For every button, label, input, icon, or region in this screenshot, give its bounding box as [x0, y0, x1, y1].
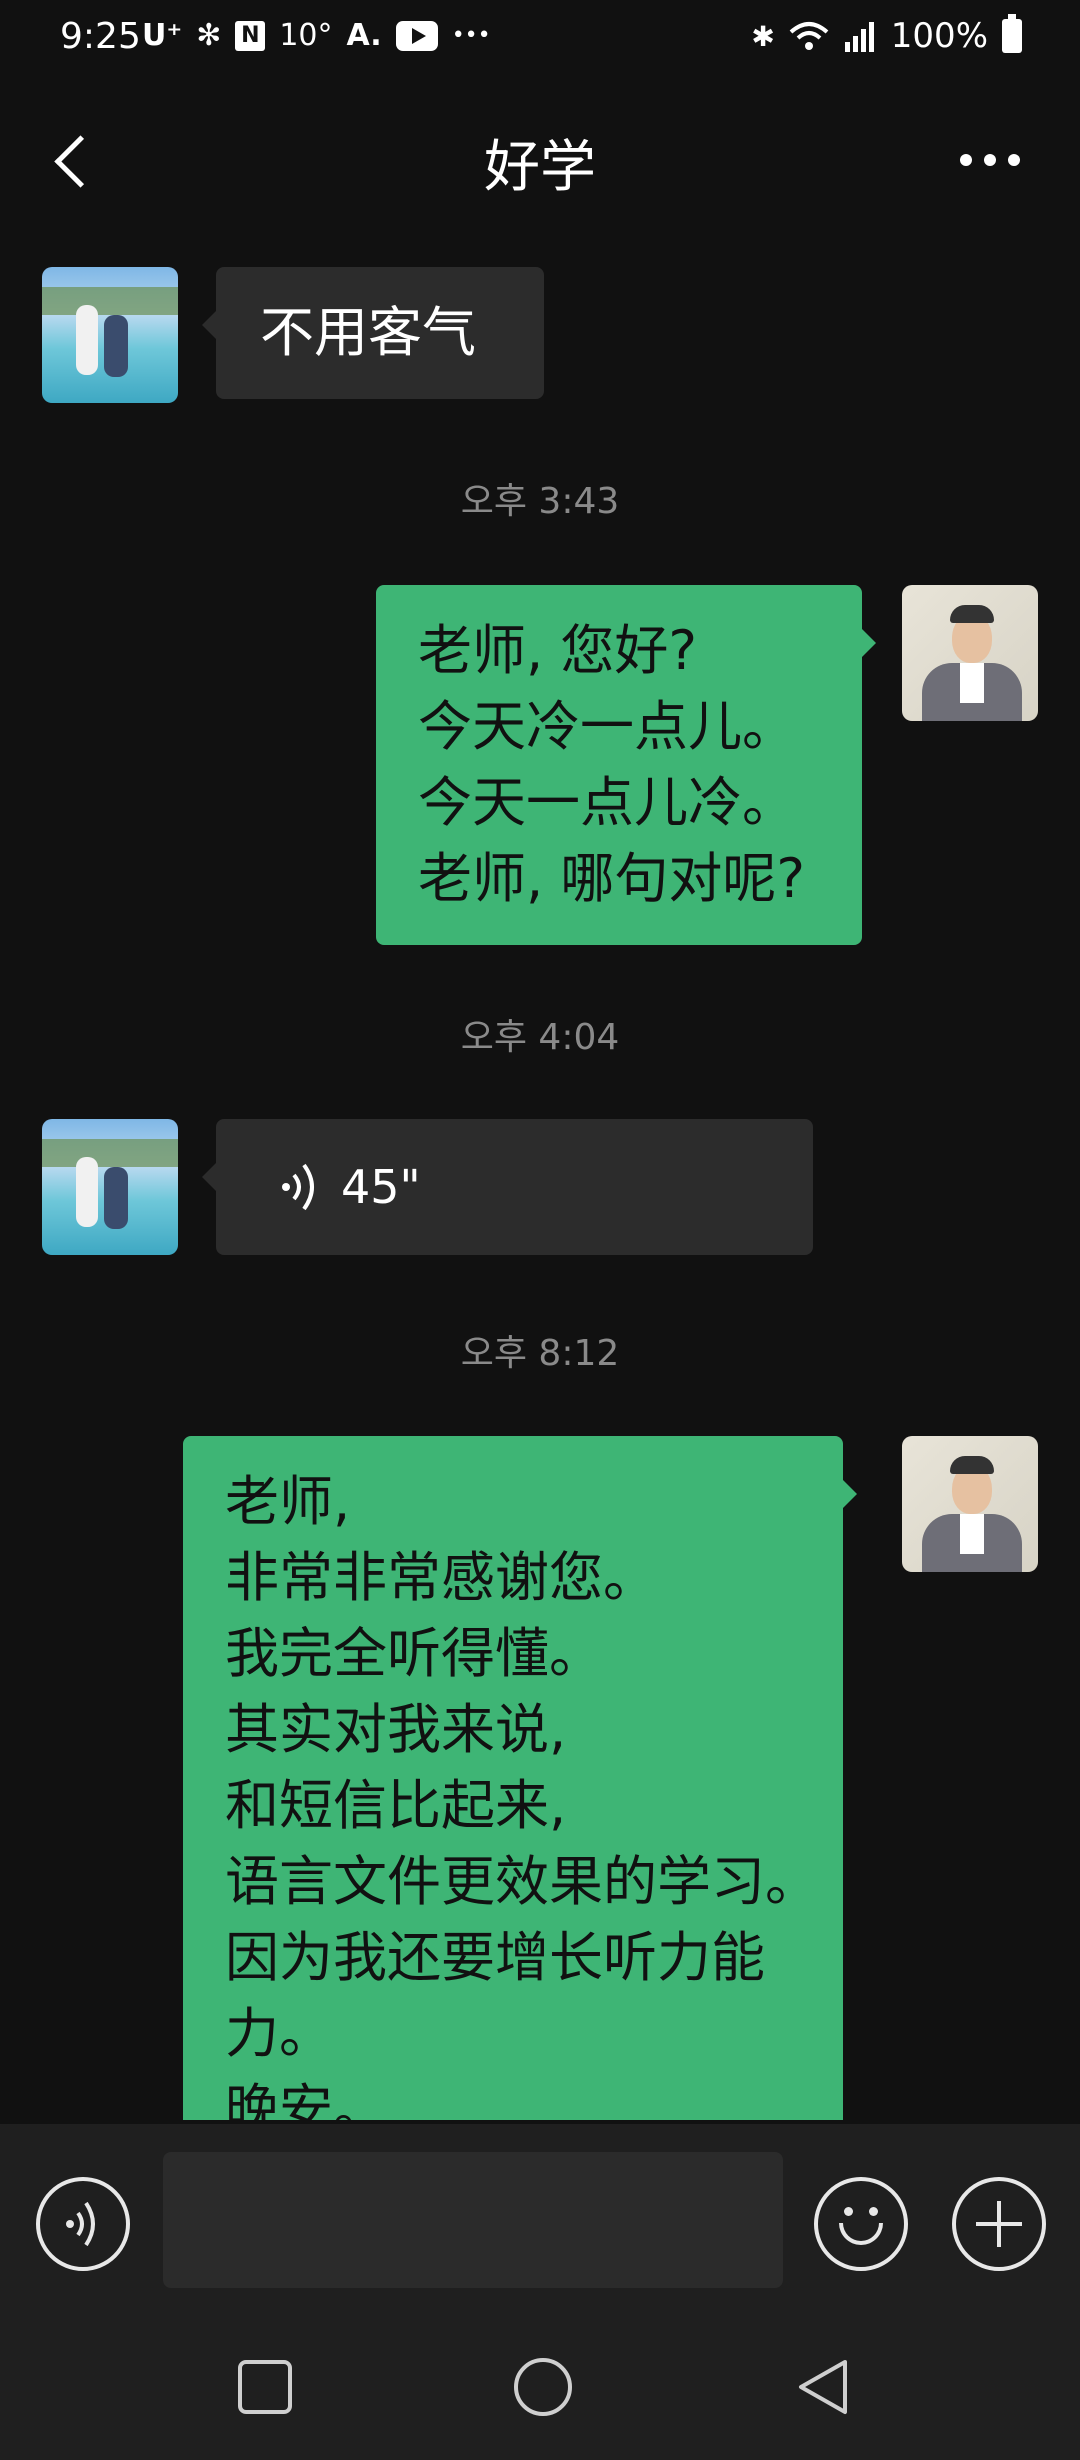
plus-icon[interactable] [952, 2177, 1046, 2271]
message-bubble-outgoing[interactable]: 老师, 非常非常感谢您。 我完全听得懂。 其实对我来说, 和短信比起来, 语言文… [183, 1436, 857, 2120]
carrier-label: U⁺ [142, 18, 183, 53]
youtube-icon [395, 20, 438, 51]
voice-message-bubble[interactable]: 45" [202, 1119, 813, 1255]
chat-header: 好学 [0, 100, 1080, 220]
temperature-label: 10° [279, 18, 333, 53]
message-timestamp: 오후 8:12 [460, 1333, 620, 1374]
emoji-icon[interactable] [814, 2177, 908, 2271]
bluetooth-icon: ✱ [751, 19, 775, 53]
voice-duration: 45" [341, 1160, 421, 1214]
message-bubble-incoming[interactable]: 不用客气 [202, 267, 544, 399]
contact-avatar[interactable] [42, 1119, 178, 1255]
chat-messages[interactable]: 不用客气 오후 3:43 老师, 您好? 今天冷一点儿。 今天一点儿冷。 老师,… [0, 240, 1080, 2120]
app-icon: A. [346, 18, 382, 53]
pill-icon: ✻ [196, 18, 222, 53]
contact-avatar[interactable] [42, 267, 178, 403]
status-bar: 9:25 U⁺ ✻ N 10° A. ••• ✱ 100% [0, 0, 1080, 80]
status-time: 9:25 [60, 16, 141, 57]
message-timestamp: 오후 3:43 [460, 481, 620, 522]
status-system-icons: ✱ 100% [751, 14, 1022, 56]
nav-recent-icon[interactable] [238, 2360, 292, 2414]
signal-icon [844, 22, 874, 52]
my-avatar[interactable] [902, 1436, 1038, 1572]
voice-wave-icon [66, 2201, 95, 2247]
voice-wave-icon [282, 1163, 314, 1211]
more-dots-icon[interactable] [940, 130, 1040, 190]
input-bar [0, 2124, 1080, 2314]
my-avatar[interactable] [902, 585, 1038, 721]
message-timestamp: 오후 4:04 [460, 1017, 620, 1058]
message-text: 老师, 您好? 今天冷一点儿。 今天一点儿冷。 老师, 哪句对呢? [418, 619, 805, 910]
wifi-icon [789, 22, 829, 50]
system-nav-bar [0, 2314, 1080, 2460]
message-text: 不用客气 [260, 301, 476, 364]
message-input[interactable] [163, 2152, 783, 2288]
status-notification-icons: U⁺ ✻ N 10° A. ••• [142, 18, 491, 53]
message-bubble-outgoing[interactable]: 老师, 您好? 今天冷一点儿。 今天一点儿冷。 老师, 哪句对呢? [376, 585, 876, 945]
naver-icon: N [235, 20, 266, 51]
chat-title: 好学 [484, 135, 596, 200]
battery-percent: 100% [890, 16, 988, 56]
message-text: 老师, 非常非常感谢您。 我完全听得懂。 其实对我来说, 和短信比起来, 语言文… [225, 1470, 819, 2120]
nav-home-icon[interactable] [514, 2358, 572, 2416]
nav-back-icon[interactable] [795, 2358, 851, 2416]
voice-input-toggle[interactable] [36, 2177, 130, 2271]
battery-icon [1002, 14, 1022, 53]
more-notifications-icon: ••• [451, 23, 491, 48]
